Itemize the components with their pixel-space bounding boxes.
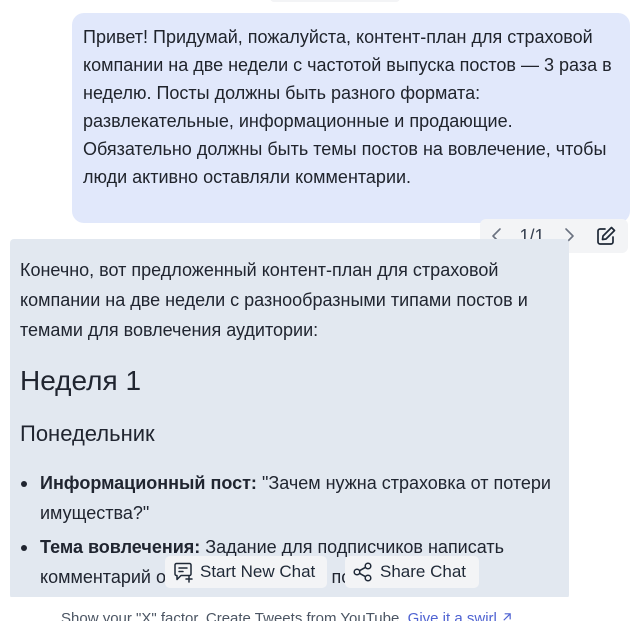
scrolled-element-edge bbox=[270, 0, 400, 2]
user-message-bubble: Привет! Придумай, пожалуйста, контент-пл… bbox=[72, 13, 630, 223]
start-new-chat-button[interactable]: Start New Chat bbox=[166, 557, 326, 587]
external-link-icon bbox=[503, 613, 511, 621]
assistant-intro-text: Конечно, вот предложенный контент-план д… bbox=[20, 260, 528, 340]
user-message-text: Привет! Придумай, пожалуйста, контент-пл… bbox=[83, 27, 612, 187]
promo-link-label: Give it a swirl bbox=[407, 610, 497, 621]
share-icon bbox=[353, 562, 372, 582]
promo-text: Show your "X" factor. Create Tweets from… bbox=[61, 610, 404, 621]
list-item-label: Информационный пост: bbox=[40, 473, 257, 493]
day-heading: Понедельник bbox=[20, 421, 155, 446]
list-item-label: Тема вовлечения: bbox=[40, 537, 201, 557]
edit-icon bbox=[597, 226, 616, 245]
start-new-chat-label: Start New Chat bbox=[200, 562, 316, 581]
promo-link[interactable]: Give it a swirl bbox=[408, 610, 512, 621]
share-chat-label: Share Chat bbox=[380, 562, 466, 581]
assistant-message-bubble: Конечно, вот предложенный контент-план д… bbox=[10, 239, 569, 599]
chat-plus-icon bbox=[174, 562, 193, 583]
edit-message-button[interactable] bbox=[588, 219, 624, 253]
footer-promo: Show your "X" factor. Create Tweets from… bbox=[61, 610, 512, 621]
share-chat-button[interactable]: Share Chat bbox=[346, 557, 478, 587]
week-heading: Неделя 1 bbox=[20, 365, 142, 396]
list-item: Информационный пост: "Зачем нужна страхо… bbox=[20, 468, 555, 528]
